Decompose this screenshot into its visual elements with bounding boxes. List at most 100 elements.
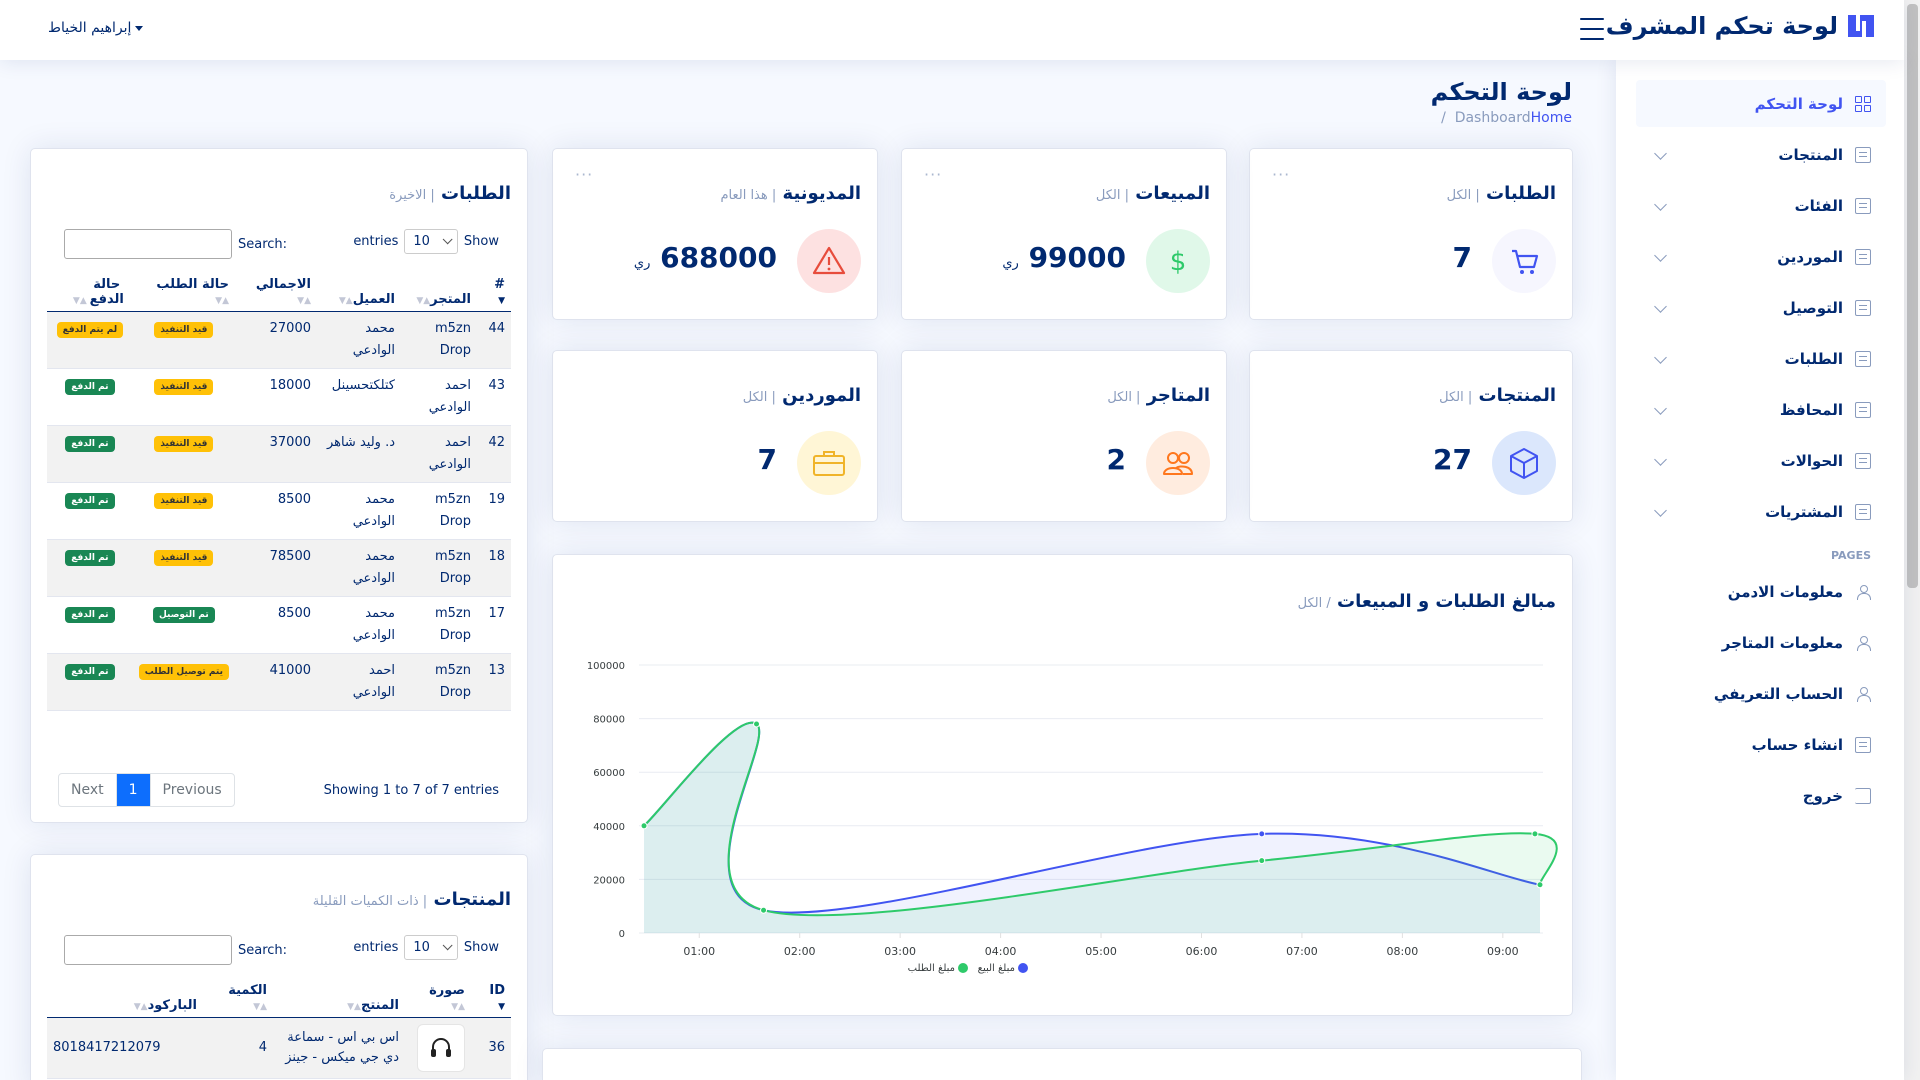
page-1-button[interactable]: 1 bbox=[115, 774, 150, 806]
order-id: 19 bbox=[477, 482, 511, 540]
data-point bbox=[1531, 830, 1539, 838]
order-status-badge: قيد التنفيذ bbox=[154, 493, 214, 509]
order-id: 42 bbox=[477, 425, 511, 483]
list-icon bbox=[1855, 350, 1871, 367]
table-search: Search: bbox=[64, 229, 287, 259]
sidebar-item-purchases[interactable]: المشتريات bbox=[1636, 488, 1886, 535]
col-barcode[interactable]: الباركود▲▼ bbox=[47, 979, 203, 1018]
order-store: احمد الوادعي bbox=[401, 425, 477, 483]
table-row[interactable]: 17 m5zn Drop محمد الوادعي 8500 تم التوصيل تم … bbox=[47, 596, 511, 654]
data-point bbox=[1258, 857, 1266, 865]
product-barcode: 8018417212079 bbox=[47, 1017, 203, 1079]
search-label: Search: bbox=[238, 236, 288, 252]
order-status-badge-cell: قيد التنفيذ bbox=[132, 539, 235, 597]
sidebar-item-orders[interactable]: الطلبات bbox=[1636, 335, 1886, 382]
bottom-card bbox=[542, 1048, 1582, 1080]
sidebar-item-delivery[interactable]: التوصيل bbox=[1636, 284, 1886, 331]
search-input[interactable] bbox=[64, 935, 232, 965]
menu-toggle-icon[interactable] bbox=[1576, 14, 1608, 44]
stat-card-suppliers: الموردين | الكل 7 bbox=[552, 350, 878, 522]
amounts-chart-card: مبالغ الطلبات و المبيعات / الكل 0 20000 40… bbox=[552, 554, 1573, 1016]
previous-page-button[interactable]: Previous bbox=[149, 774, 234, 806]
order-status-badge: قيد التنفيذ bbox=[154, 322, 214, 338]
grid-icon bbox=[1855, 95, 1871, 112]
page-scrollbar[interactable] bbox=[1904, 0, 1920, 1080]
page-size-select[interactable]: 10 bbox=[404, 935, 458, 960]
col-qty[interactable]: الكمية▲▼ bbox=[203, 979, 273, 1018]
search-input[interactable] bbox=[64, 229, 232, 259]
breadcrumb-home[interactable]: Home bbox=[1531, 110, 1572, 126]
table-row[interactable]: 13 m5zn Drop احمد الوادعي 41000 يتم توصيل ال… bbox=[47, 653, 511, 711]
payment-status-badge-cell: تم الدفع bbox=[47, 653, 133, 711]
order-store: m5zn Drop bbox=[401, 596, 477, 654]
y-tick-label: 40000 bbox=[593, 822, 625, 833]
order-status-badge-cell: يتم توصيل الطلب bbox=[132, 653, 235, 711]
legend-marker bbox=[958, 963, 968, 973]
table-row[interactable]: 36 اس بي اس - سماعة دي جي ميكس - جينز 4 … bbox=[47, 1017, 511, 1079]
payment-status-badge-cell: تم الدفع bbox=[47, 368, 133, 426]
sidebar-item-label: المشتريات bbox=[1765, 502, 1843, 521]
table-row[interactable]: 43 احمد الوادعي كتلكتحسينل 18000 قيد التنفيذ… bbox=[47, 368, 511, 426]
sidebar-item-stores-info[interactable]: معلومات المتاجر bbox=[1636, 619, 1886, 666]
page-size-select[interactable]: 10 bbox=[404, 229, 458, 254]
more-icon[interactable]: ··· bbox=[924, 165, 942, 184]
stat-icon-bg: $ bbox=[1146, 229, 1210, 293]
table-row[interactable]: 18 m5zn Drop محمد الوادعي 78500 قيد التنفيذ ت… bbox=[47, 539, 511, 597]
stat-value: 7 bbox=[757, 443, 777, 476]
sidebar-item-dashboard[interactable]: لوحة التحكم bbox=[1636, 80, 1886, 127]
sidebar-item-categories[interactable]: الفئات bbox=[1636, 182, 1886, 229]
order-total: 18000 bbox=[235, 368, 317, 426]
sidebar-item-label: الحساب التعريفي bbox=[1713, 684, 1843, 703]
more-icon[interactable]: ··· bbox=[1272, 165, 1290, 184]
caret-down-icon bbox=[135, 25, 144, 31]
sidebar-item-label: المحافظ bbox=[1779, 400, 1843, 419]
order-total: 78500 bbox=[235, 539, 317, 597]
col-image[interactable]: صورة▲▼ bbox=[405, 979, 471, 1018]
order-total: 37000 bbox=[235, 425, 317, 483]
x-tick-label: 08:00 bbox=[1387, 945, 1419, 958]
sidebar-item-suppliers[interactable]: الموردين bbox=[1636, 233, 1886, 280]
order-id: 43 bbox=[477, 368, 511, 426]
data-point bbox=[760, 906, 768, 914]
col-id[interactable]: ID▼ bbox=[471, 979, 511, 1018]
order-customer: محمد الوادعي bbox=[317, 539, 401, 597]
sidebar-item-profile[interactable]: الحساب التعريفي bbox=[1636, 670, 1886, 717]
low-stock-products-card: المنتجات | ذات الكميات القليلة entries 1… bbox=[30, 854, 528, 1080]
brand-logo[interactable]: لوحة تحكم المشرف bbox=[1606, 12, 1876, 40]
col-total[interactable]: الاجمالي▲▼ bbox=[235, 273, 317, 312]
payment-status-badge-cell: تم الدفع bbox=[47, 425, 133, 483]
order-store: m5zn Drop bbox=[401, 482, 477, 540]
sidebar-item-products[interactable]: المنتجات bbox=[1636, 131, 1886, 178]
sidebar-item-register[interactable]: انشاء حساب bbox=[1636, 721, 1886, 768]
sidebar-item-admin-info[interactable]: معلومات الادمن bbox=[1636, 568, 1886, 615]
table-row[interactable]: 42 احمد الوادعي د. وليد شاهر 37000 قيد التنف… bbox=[47, 425, 511, 483]
col-product[interactable]: المنتج▲▼ bbox=[273, 979, 405, 1018]
col-order-status[interactable]: حالة الطلب▲▼ bbox=[132, 273, 235, 312]
more-icon[interactable]: ··· bbox=[575, 165, 593, 184]
next-page-button[interactable]: Next bbox=[59, 774, 116, 806]
sidebar-item-transfers[interactable]: الحوالات bbox=[1636, 437, 1886, 484]
col-store[interactable]: المتجر▲▼ bbox=[401, 273, 477, 312]
order-customer: محمد الوادعي bbox=[317, 482, 401, 540]
table-row[interactable]: 44 m5zn Drop محمد الوادعي 27000 قيد التنفيذ ل… bbox=[47, 311, 511, 369]
order-customer: احمد الوادعي bbox=[317, 653, 401, 711]
x-tick-label: 06:00 bbox=[1186, 945, 1218, 958]
box-icon bbox=[1510, 448, 1538, 479]
sidebar-item-label: الفئات bbox=[1794, 196, 1843, 215]
col-payment-status[interactable]: حالة الدفع▲▼ bbox=[47, 273, 133, 312]
sidebar-item-wallets[interactable]: المحافظ bbox=[1636, 386, 1886, 433]
col-customer[interactable]: العميل▲▼ bbox=[317, 273, 401, 312]
stat-value: 688000 ري bbox=[633, 241, 777, 274]
stat-value: 2 bbox=[1106, 443, 1126, 476]
sidebar-item-label: الموردين bbox=[1777, 247, 1843, 266]
document-icon bbox=[1855, 146, 1871, 163]
stat-value: 99000 ري bbox=[1002, 241, 1126, 274]
order-status-badge: قيد التنفيذ bbox=[154, 379, 214, 395]
table-row[interactable]: 19 m5zn Drop محمد الوادعي 8500 قيد التنفيذ تم… bbox=[47, 482, 511, 540]
order-total: 8500 bbox=[235, 596, 317, 654]
sidebar-item-logout[interactable]: خروج bbox=[1636, 772, 1886, 819]
order-store: m5zn Drop bbox=[401, 539, 477, 597]
user-menu[interactable]: إبراهيم الخياط bbox=[48, 20, 144, 36]
scrollbar-thumb[interactable] bbox=[1907, 4, 1918, 588]
col-id[interactable]: #▼ bbox=[477, 273, 511, 312]
